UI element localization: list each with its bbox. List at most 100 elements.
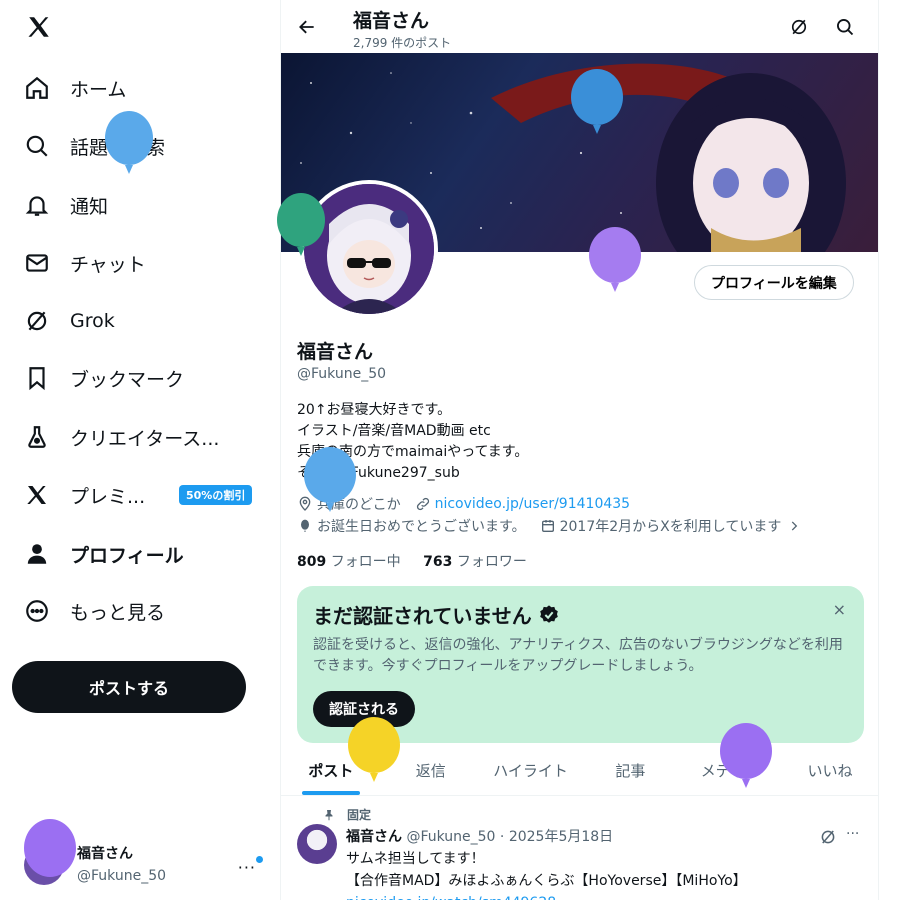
balloon-decoration	[348, 717, 400, 782]
balloon-body	[589, 227, 641, 283]
joined-item[interactable]: 2017年2月からXを利用しています	[540, 516, 806, 536]
balloon-body	[571, 69, 623, 125]
more-circle-icon	[24, 598, 50, 624]
post-link[interactable]: nicovideo.jp/watch/sm449628	[346, 892, 747, 900]
nav-premium[interactable]: プレミ...	[14, 471, 155, 519]
verify-description: 認証を受けると、返信の強化、アナリティクス、広告のないブラウジングなどを利用でき…	[313, 637, 843, 674]
balloon-body	[348, 717, 400, 773]
nav-creator-studio[interactable]: クリエイタース...	[14, 413, 229, 461]
x-premium-icon	[24, 482, 50, 508]
birthday-item: お誕生日おめでとうございます。	[297, 516, 526, 536]
nav-label: もっと見る	[70, 601, 166, 624]
post-header: 福音さん @Fukune_50 · 2025年5月18日	[346, 826, 613, 846]
home-icon	[24, 75, 50, 101]
followers-label: フォロワー	[456, 554, 527, 570]
balloon-decoration	[571, 69, 623, 134]
nav-grok[interactable]: Grok	[14, 297, 125, 345]
following-link[interactable]: 809 フォロー中	[297, 554, 401, 570]
pinned-text: 固定	[347, 808, 372, 822]
back-arrow-icon[interactable]	[295, 15, 319, 39]
post-button[interactable]: ポストする	[12, 661, 246, 713]
balloon-icon	[301, 519, 309, 532]
chevron-right-icon	[792, 521, 798, 531]
more-icon[interactable]: ···	[846, 826, 859, 842]
avatar[interactable]	[297, 824, 337, 864]
balloon-body	[105, 111, 153, 165]
discount-badge: 50%の割引	[179, 485, 253, 505]
flask-icon	[24, 424, 50, 450]
verify-title: まだ認証されていません	[313, 600, 560, 629]
nav-label: ブックマーク	[70, 368, 185, 391]
notification-dot	[256, 856, 263, 863]
following-label: フォロー中	[330, 554, 401, 570]
nav-label: プレミ...	[70, 485, 146, 508]
bookmark-icon	[24, 365, 50, 391]
page-title: 福音さん	[353, 10, 430, 32]
balloon-decoration	[105, 111, 153, 174]
post-count: 2,799 件のポスト	[353, 36, 452, 50]
nav-more[interactable]: もっと見る	[14, 587, 175, 635]
post-meta: @Fukune_50 · 2025年5月18日	[406, 829, 614, 845]
followers-link[interactable]: 763 フォロワー	[423, 554, 527, 570]
balloon-knot	[297, 247, 305, 256]
nav-chat[interactable]: チャット	[14, 239, 156, 287]
search-icon	[24, 133, 50, 159]
x-logo-icon[interactable]	[24, 12, 54, 42]
bio-line: 20↑お昼寝大好きです。	[297, 402, 452, 418]
nav-notifications[interactable]: 通知	[14, 181, 118, 229]
website-item[interactable]: nicovideo.jp/user/91410435	[415, 496, 630, 512]
post-author-name[interactable]: 福音さん	[346, 829, 402, 845]
nav-profile[interactable]: プロフィール	[14, 530, 194, 578]
bio-line: イラスト/音楽/音MAD動画 etc	[297, 423, 491, 439]
search-icon[interactable]	[835, 17, 855, 41]
mail-icon	[24, 250, 50, 276]
follow-stats: 809 フォロー中 763 フォロワー	[297, 551, 545, 571]
grok-icon[interactable]	[789, 17, 809, 41]
profile-meta-row: お誕生日おめでとうございます。 2017年2月からXを利用しています	[297, 516, 819, 536]
pinned-post[interactable]: 固定 福音さん @Fukune_50 · 2025年5月18日 ··· サムネ担…	[281, 797, 878, 900]
grok-icon[interactable]	[819, 828, 837, 850]
nav-label: クリエイタース...	[70, 427, 220, 450]
nav-label: チャット	[70, 253, 146, 276]
nav-label: 通知	[70, 195, 109, 218]
nav-home[interactable]: ホーム	[14, 64, 136, 112]
birthday-text: お誕生日おめでとうございます。	[317, 519, 526, 535]
close-icon[interactable]: ×	[833, 600, 846, 619]
link-icon	[416, 497, 429, 511]
nav-label: Grok	[70, 310, 115, 332]
tab-likes[interactable]: いいね	[780, 746, 878, 795]
balloon-knot	[593, 125, 601, 134]
bell-icon	[24, 192, 50, 218]
edit-profile-button[interactable]: プロフィールを編集	[694, 265, 854, 300]
verify-title-text: まだ認証されていません	[313, 604, 532, 628]
tab-articles[interactable]: 記事	[580, 746, 680, 795]
balloon-body	[304, 447, 356, 503]
balloon-body	[720, 723, 772, 779]
nav-label: プロフィール	[70, 544, 184, 567]
calendar-icon	[541, 520, 554, 532]
balloon-decoration	[24, 819, 76, 877]
balloon-decoration	[304, 447, 356, 512]
balloon-knot	[611, 283, 619, 292]
post-body: サムネ担当してます！ 【合作音MAD】みほよふぁんくらぶ【HoYoverse】【…	[346, 848, 747, 900]
profile-header: 福音さん 2,799 件のポスト	[281, 0, 878, 53]
post-line: サムネ担当してます！	[346, 851, 485, 867]
nav-label: ホーム	[70, 78, 127, 101]
balloon-body	[24, 819, 76, 877]
profile-name: 福音さん	[297, 341, 374, 363]
pin-icon	[325, 809, 333, 820]
balloon-body	[277, 193, 325, 247]
balloon-decoration	[277, 193, 325, 256]
joined-text: 2017年2月からXを利用しています	[559, 519, 782, 535]
balloon-knot	[326, 503, 334, 512]
account-handle: @Fukune_50	[77, 868, 167, 884]
grok-icon	[24, 308, 50, 334]
more-icon[interactable]: ···	[238, 858, 256, 877]
balloon-decoration	[720, 723, 772, 788]
tab-highlights[interactable]: ハイライト	[481, 746, 581, 795]
person-icon	[24, 541, 50, 567]
nav-bookmarks[interactable]: ブックマーク	[14, 354, 194, 402]
verified-badge-icon	[540, 604, 558, 623]
post-line: 【合作音MAD】みほよふぁんくらぶ【HoYoverse】【MiHoYo】	[346, 873, 747, 889]
website-link[interactable]: nicovideo.jp/user/91410435	[435, 496, 630, 512]
